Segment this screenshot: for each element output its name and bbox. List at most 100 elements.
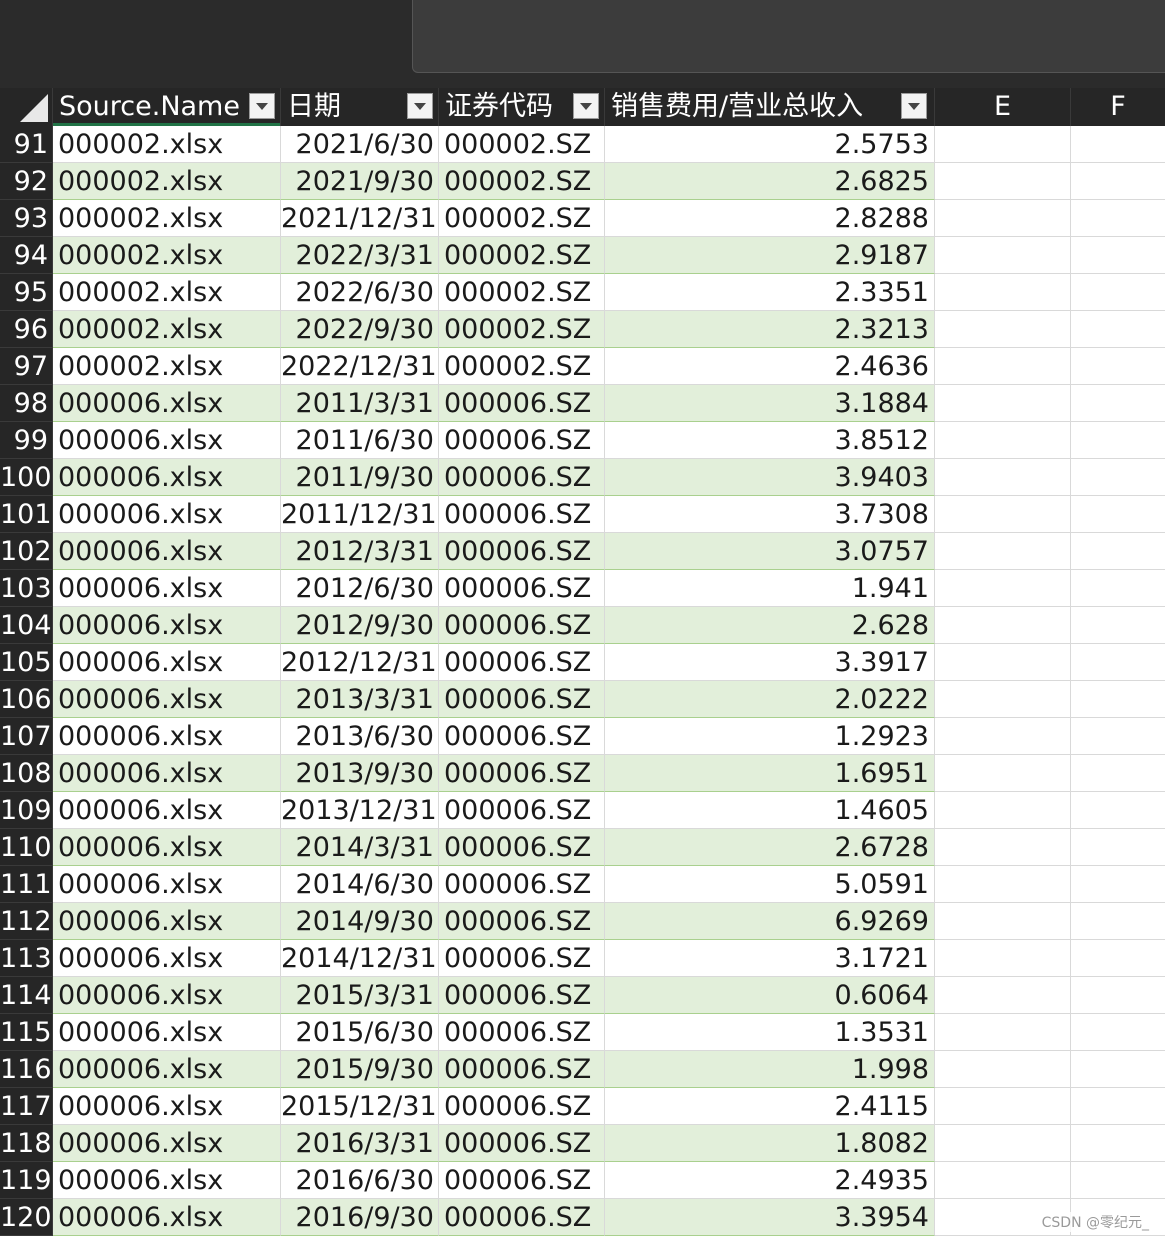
- cell-source-name[interactable]: 000006.xlsx: [53, 866, 281, 903]
- cell-date[interactable]: 2021/6/30: [281, 126, 439, 163]
- cell-column-f[interactable]: [1071, 607, 1165, 644]
- cell-column-f[interactable]: [1071, 718, 1165, 755]
- cell-column-e[interactable]: [935, 570, 1071, 607]
- row-number[interactable]: 106: [0, 681, 53, 718]
- cell-sales-expense-ratio[interactable]: 0.6064: [605, 977, 935, 1014]
- row-number[interactable]: 110: [0, 829, 53, 866]
- header-column-f[interactable]: F: [1071, 88, 1165, 126]
- cell-column-e[interactable]: [935, 829, 1071, 866]
- row-number[interactable]: 111: [0, 866, 53, 903]
- row-number[interactable]: 107: [0, 718, 53, 755]
- cell-column-e[interactable]: [935, 940, 1071, 977]
- cell-column-e[interactable]: [935, 385, 1071, 422]
- cell-date[interactable]: 2016/3/31: [281, 1125, 439, 1162]
- cell-source-name[interactable]: 000006.xlsx: [53, 1051, 281, 1088]
- cell-security-code[interactable]: 000006.SZ: [439, 644, 605, 681]
- cell-column-e[interactable]: [935, 1088, 1071, 1125]
- cell-column-e[interactable]: [935, 126, 1071, 163]
- cell-security-code[interactable]: 000006.SZ: [439, 1162, 605, 1199]
- cell-column-e[interactable]: [935, 348, 1071, 385]
- cell-column-f[interactable]: [1071, 903, 1165, 940]
- cell-date[interactable]: 2014/3/31: [281, 829, 439, 866]
- cell-security-code[interactable]: 000006.SZ: [439, 792, 605, 829]
- cell-sales-expense-ratio[interactable]: 3.3917: [605, 644, 935, 681]
- row-number[interactable]: 102: [0, 533, 53, 570]
- cell-column-e[interactable]: [935, 681, 1071, 718]
- cell-sales-expense-ratio[interactable]: 3.1884: [605, 385, 935, 422]
- cell-security-code[interactable]: 000002.SZ: [439, 163, 605, 200]
- cell-security-code[interactable]: 000006.SZ: [439, 496, 605, 533]
- cell-sales-expense-ratio[interactable]: 2.9187: [605, 237, 935, 274]
- cell-column-e[interactable]: [935, 755, 1071, 792]
- cell-source-name[interactable]: 000006.xlsx: [53, 496, 281, 533]
- filter-dropdown-icon[interactable]: [407, 93, 433, 119]
- header-date[interactable]: 日期: [281, 88, 439, 126]
- cell-date[interactable]: 2012/9/30: [281, 607, 439, 644]
- cell-column-e[interactable]: [935, 311, 1071, 348]
- cell-source-name[interactable]: 000006.xlsx: [53, 644, 281, 681]
- cell-security-code[interactable]: 000006.SZ: [439, 1051, 605, 1088]
- cell-security-code[interactable]: 000006.SZ: [439, 829, 605, 866]
- cell-sales-expense-ratio[interactable]: 1.998: [605, 1051, 935, 1088]
- cell-sales-expense-ratio[interactable]: 2.4935: [605, 1162, 935, 1199]
- row-number[interactable]: 118: [0, 1125, 53, 1162]
- cell-column-f[interactable]: [1071, 755, 1165, 792]
- cell-date[interactable]: 2014/12/31: [281, 940, 439, 977]
- cell-sales-expense-ratio[interactable]: 2.5753: [605, 126, 935, 163]
- header-column-e[interactable]: E: [935, 88, 1071, 126]
- row-number[interactable]: 100: [0, 459, 53, 496]
- cell-column-f[interactable]: [1071, 570, 1165, 607]
- row-number[interactable]: 101: [0, 496, 53, 533]
- cell-security-code[interactable]: 000006.SZ: [439, 718, 605, 755]
- cell-sales-expense-ratio[interactable]: 2.628: [605, 607, 935, 644]
- cell-date[interactable]: 2013/9/30: [281, 755, 439, 792]
- cell-source-name[interactable]: 000002.xlsx: [53, 274, 281, 311]
- cell-column-f[interactable]: [1071, 1162, 1165, 1199]
- cell-sales-expense-ratio[interactable]: 3.3954: [605, 1199, 935, 1236]
- cell-source-name[interactable]: 000006.xlsx: [53, 1125, 281, 1162]
- cell-security-code[interactable]: 000002.SZ: [439, 348, 605, 385]
- cell-security-code[interactable]: 000006.SZ: [439, 977, 605, 1014]
- cell-date[interactable]: 2013/12/31: [281, 792, 439, 829]
- cell-source-name[interactable]: 000006.xlsx: [53, 903, 281, 940]
- row-number[interactable]: 95: [0, 274, 53, 311]
- cell-sales-expense-ratio[interactable]: 2.4636: [605, 348, 935, 385]
- row-number[interactable]: 119: [0, 1162, 53, 1199]
- cell-column-f[interactable]: [1071, 1125, 1165, 1162]
- cell-sales-expense-ratio[interactable]: 1.941: [605, 570, 935, 607]
- cell-column-f[interactable]: [1071, 792, 1165, 829]
- row-number[interactable]: 98: [0, 385, 53, 422]
- cell-source-name[interactable]: 000002.xlsx: [53, 237, 281, 274]
- row-number[interactable]: 108: [0, 755, 53, 792]
- cell-security-code[interactable]: 000006.SZ: [439, 1014, 605, 1051]
- row-number[interactable]: 112: [0, 903, 53, 940]
- cell-column-e[interactable]: [935, 459, 1071, 496]
- cell-security-code[interactable]: 000006.SZ: [439, 533, 605, 570]
- cell-date[interactable]: 2015/9/30: [281, 1051, 439, 1088]
- cell-column-e[interactable]: [935, 422, 1071, 459]
- cell-column-e[interactable]: [935, 237, 1071, 274]
- row-number[interactable]: 99: [0, 422, 53, 459]
- cell-date[interactable]: 2014/6/30: [281, 866, 439, 903]
- cell-column-f[interactable]: [1071, 200, 1165, 237]
- cell-date[interactable]: 2013/6/30: [281, 718, 439, 755]
- cell-sales-expense-ratio[interactable]: 1.6951: [605, 755, 935, 792]
- cell-date[interactable]: 2013/3/31: [281, 681, 439, 718]
- header-source-name[interactable]: Source.Name: [53, 88, 281, 126]
- cell-date[interactable]: 2012/3/31: [281, 533, 439, 570]
- cell-column-f[interactable]: [1071, 274, 1165, 311]
- cell-source-name[interactable]: 000006.xlsx: [53, 1088, 281, 1125]
- cell-column-f[interactable]: [1071, 237, 1165, 274]
- cell-source-name[interactable]: 000006.xlsx: [53, 459, 281, 496]
- cell-date[interactable]: 2022/12/31: [281, 348, 439, 385]
- cell-date[interactable]: 2011/3/31: [281, 385, 439, 422]
- cell-column-f[interactable]: [1071, 1014, 1165, 1051]
- row-number[interactable]: 109: [0, 792, 53, 829]
- cell-security-code[interactable]: 000002.SZ: [439, 200, 605, 237]
- cell-source-name[interactable]: 000006.xlsx: [53, 607, 281, 644]
- cell-sales-expense-ratio[interactable]: 3.1721: [605, 940, 935, 977]
- cell-security-code[interactable]: 000006.SZ: [439, 385, 605, 422]
- cell-security-code[interactable]: 000006.SZ: [439, 866, 605, 903]
- cell-column-f[interactable]: [1071, 829, 1165, 866]
- cell-source-name[interactable]: 000006.xlsx: [53, 940, 281, 977]
